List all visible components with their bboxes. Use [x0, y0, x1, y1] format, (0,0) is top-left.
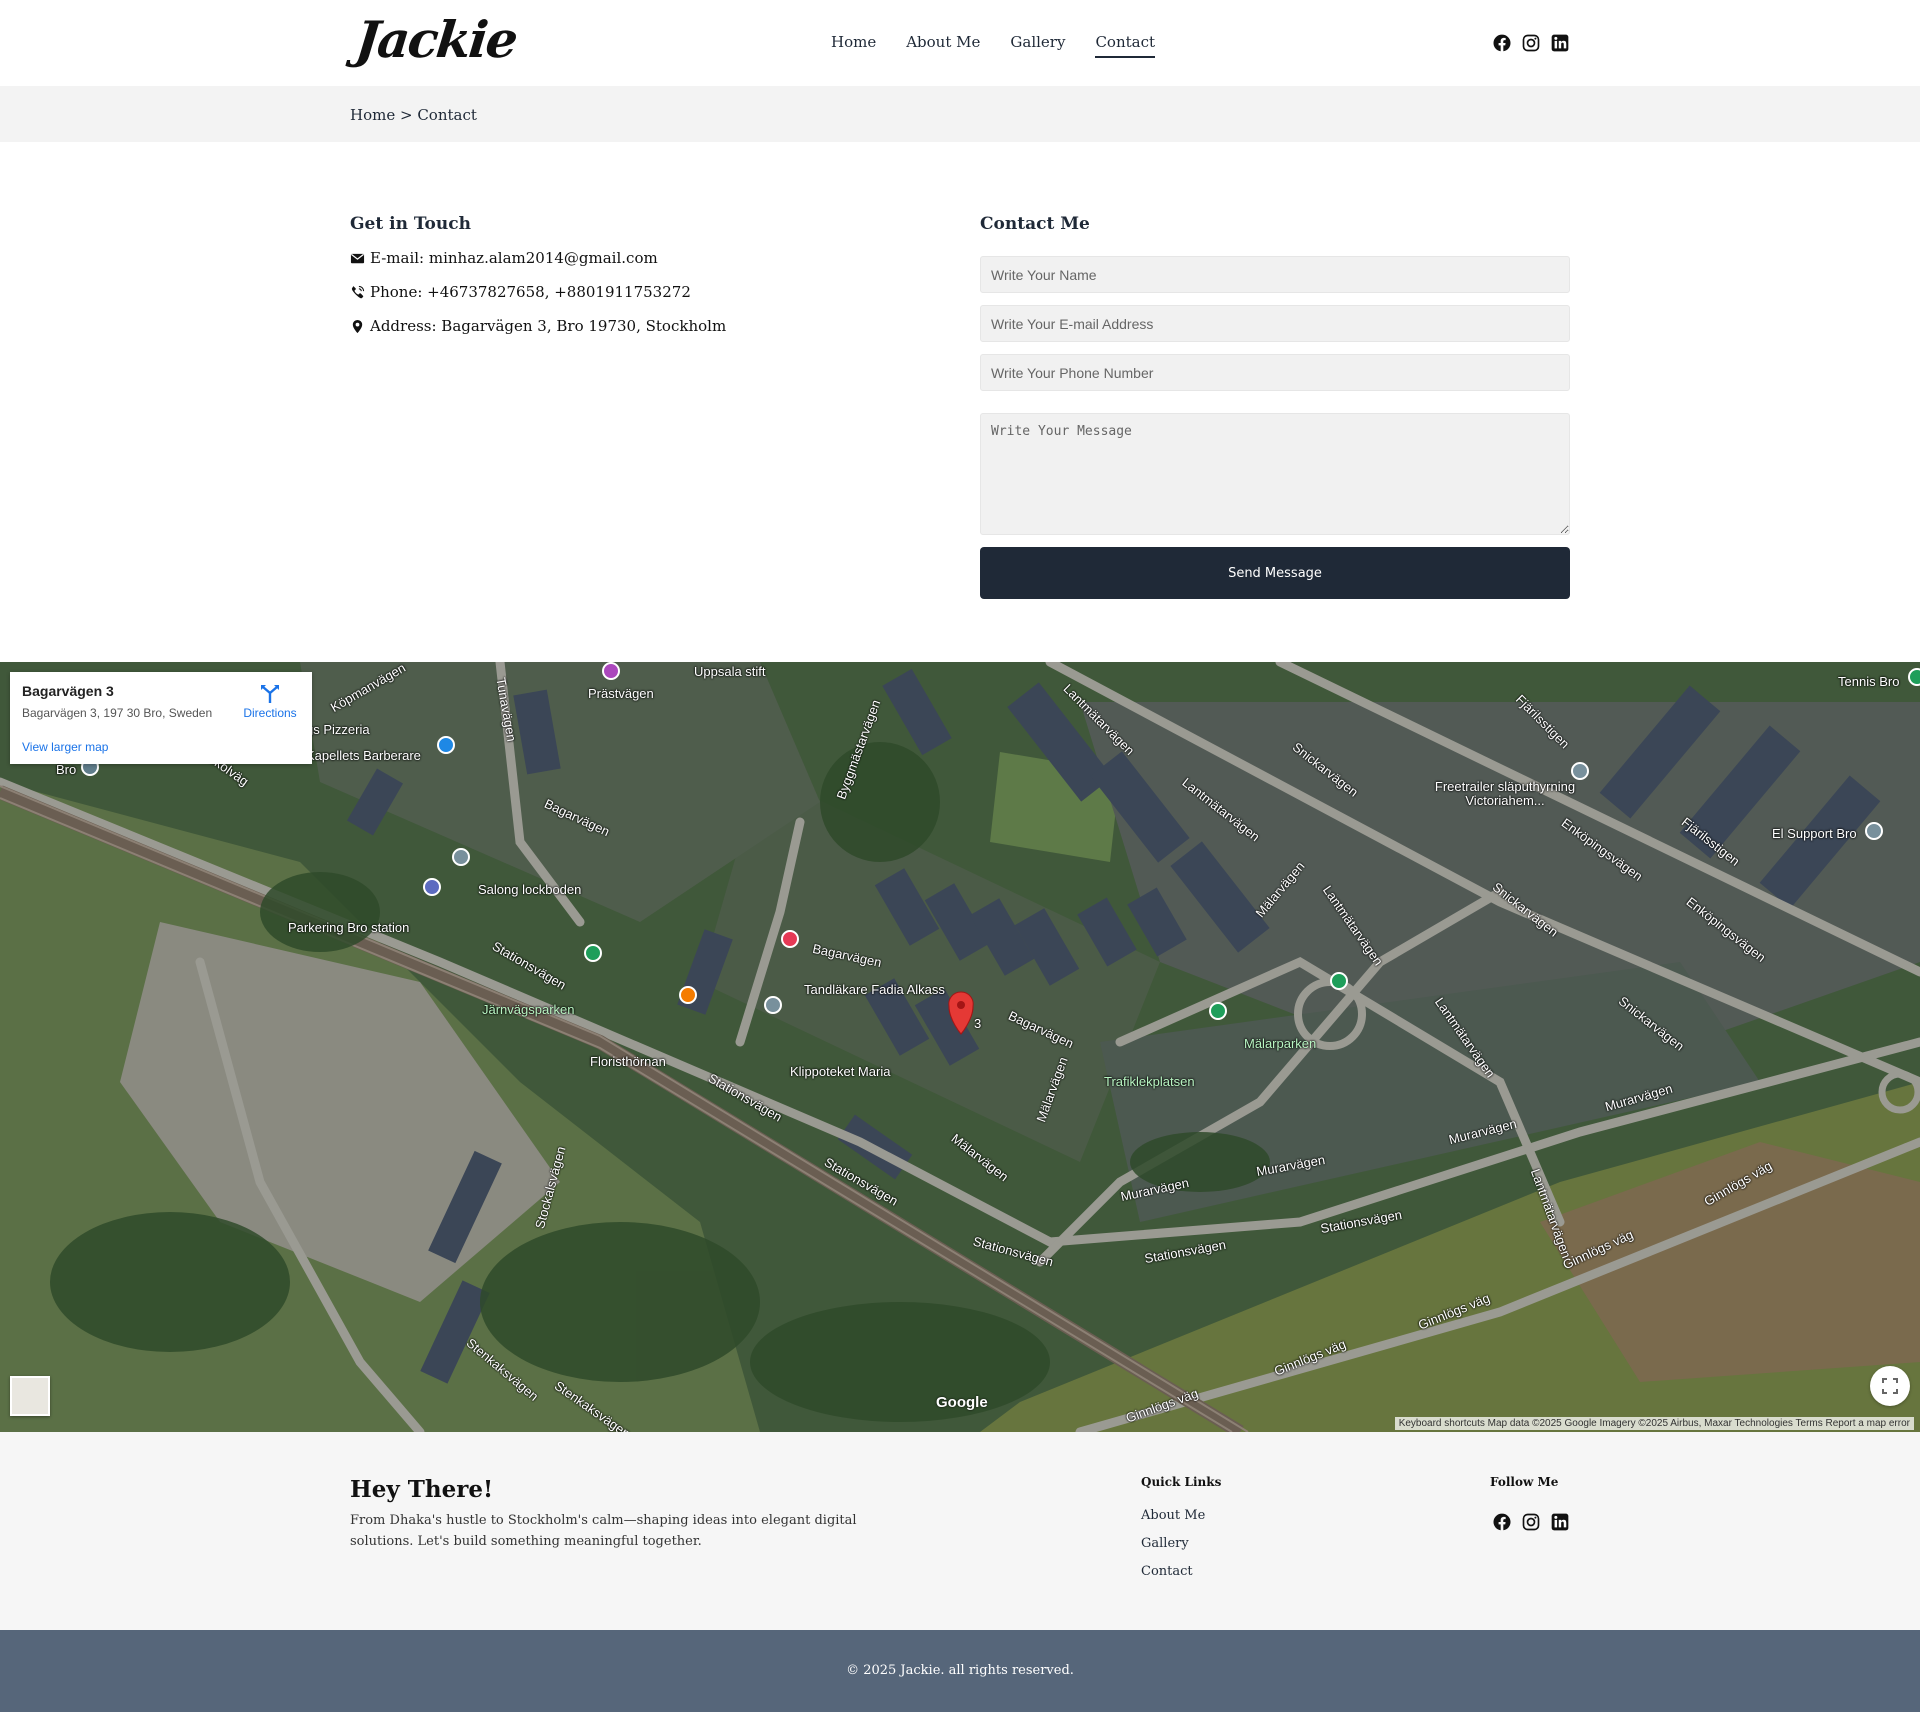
contact-info-section: Get in Touch E-mail: minhaz.alam2014@gma…: [350, 214, 910, 336]
header-social-links: [1492, 33, 1570, 53]
site-logo[interactable]: Jackie: [353, 10, 519, 69]
follow-me-title: Follow Me: [1490, 1475, 1559, 1489]
map-place-card: Bagarvägen 3 Bagarvägen 3, 197 30 Bro, S…: [10, 672, 312, 764]
map-place-label: gs Pizzeria: [306, 722, 370, 737]
map-place-label: Tandläkare Fadia Alkass: [804, 982, 945, 997]
contact-address: Address: Bagarvägen 3, Bro 19730, Stockh…: [350, 316, 910, 336]
facebook-icon[interactable]: [1492, 33, 1512, 53]
site-header: Jackie Home About Me Gallery Contact: [0, 0, 1920, 86]
send-message-button[interactable]: Send Message: [980, 547, 1570, 599]
directions-label: Directions: [243, 706, 297, 720]
church-poi-icon[interactable]: [602, 662, 620, 680]
footer-social-links: [1492, 1512, 1570, 1532]
contact-info-title: Get in Touch: [350, 214, 471, 234]
footer-link-contact[interactable]: Contact: [1141, 1564, 1205, 1592]
parking-icon[interactable]: [423, 878, 441, 896]
electrician-poi-icon[interactable]: [1865, 822, 1883, 840]
map-place-label: Bro: [56, 762, 77, 777]
barber-poi-icon[interactable]: [437, 736, 455, 754]
footer-description: From Dhaka's hustle to Stockholm's calm—…: [350, 1513, 857, 1549]
map-place-label: Klippoteket Maria: [790, 1064, 891, 1079]
directions-button[interactable]: Directions: [238, 684, 302, 720]
phone-icon: [351, 285, 365, 298]
park-tree-icon[interactable]: [584, 944, 602, 962]
map-place-label: Kapellets Barberare: [306, 748, 421, 763]
map-card-address: Bagarvägen 3, 197 30 Bro, Sweden: [22, 706, 213, 720]
map-place-label: Salong lockboden: [478, 882, 582, 897]
trailer-rental-poi-icon[interactable]: [1571, 762, 1589, 780]
nav-home[interactable]: Home: [831, 33, 876, 58]
map-card-title: Bagarvägen 3: [22, 683, 114, 699]
nav-about-me[interactable]: About Me: [906, 33, 980, 58]
directions-icon: [261, 685, 279, 703]
park-tree-icon[interactable]: [1330, 972, 1348, 990]
embedded-map[interactable]: Köpmanvägen gs Pizzeria Kapellets Barber…: [0, 662, 1920, 1432]
view-larger-map-link[interactable]: View larger map: [22, 740, 108, 754]
tennis-poi-icon[interactable]: [1908, 668, 1920, 686]
email-input[interactable]: [980, 305, 1570, 342]
google-logo: Google: [936, 1394, 988, 1411]
map-park-label: Järnvägsparken: [482, 1002, 575, 1017]
linkedin-icon[interactable]: [1550, 1512, 1570, 1532]
hair-salon-poi-icon[interactable]: [764, 996, 782, 1014]
nav-gallery[interactable]: Gallery: [1010, 33, 1065, 58]
contact-phone-text: Phone: +46737827658, +8801911753272: [370, 283, 691, 301]
contact-address-text: Address: Bagarvägen 3, Bro 19730, Stockh…: [370, 317, 727, 335]
dentist-poi-icon[interactable]: [781, 930, 799, 948]
map-place-label: El Support Bro: [1772, 826, 1857, 841]
facebook-icon[interactable]: [1492, 1512, 1512, 1532]
main-nav: Home About Me Gallery Contact: [831, 33, 1156, 58]
map-place-label: Tennis Bro: [1838, 674, 1900, 689]
phone-input[interactable]: [980, 354, 1570, 391]
playground-tree-icon[interactable]: [1209, 1002, 1227, 1020]
instagram-icon[interactable]: [1521, 33, 1541, 53]
copyright-bar: © 2025 Jackie. all rights reserved.: [0, 1630, 1920, 1712]
contact-email-text: E-mail: minhaz.alam2014@gmail.com: [370, 249, 658, 267]
contact-form-section: Contact Me Send Message: [980, 214, 1570, 599]
map-place-label: Parkering Bro station: [288, 920, 410, 935]
map-place-label: Uppsala stift: [694, 664, 766, 679]
quick-links-title: Quick Links: [1141, 1475, 1222, 1489]
footer-link-about-me[interactable]: About Me: [1141, 1508, 1205, 1536]
name-input[interactable]: [980, 256, 1570, 293]
map-pin-icon: [352, 319, 363, 333]
envelope-icon: [350, 253, 365, 263]
map-place-label: Floristhörnan: [590, 1054, 666, 1069]
map-marker-label: 3: [974, 1016, 982, 1031]
copyright-text: © 2025 Jackie. all rights reserved.: [846, 1663, 1074, 1678]
map-place-label: Freetrailer släputhyrning Victoriahem...: [1434, 779, 1576, 808]
message-textarea[interactable]: [980, 413, 1570, 535]
contact-email: E-mail: minhaz.alam2014@gmail.com: [350, 248, 910, 268]
map-layer-toggle[interactable]: [10, 1376, 50, 1416]
satellite-map-image: [0, 662, 1920, 1432]
fullscreen-icon: [1882, 1378, 1898, 1394]
map-road-label: Prästvägen: [588, 686, 654, 701]
site-footer: Hey There! From Dhaka's hustle to Stockh…: [0, 1432, 1920, 1630]
breadcrumb: Home > Contact: [350, 106, 477, 124]
nav-contact[interactable]: Contact: [1095, 33, 1156, 58]
fullscreen-button[interactable]: [1870, 1366, 1910, 1406]
map-park-label: Mälarparken: [1244, 1036, 1317, 1051]
instagram-icon[interactable]: [1521, 1512, 1541, 1532]
map-attribution[interactable]: Keyboard shortcuts Map data ©2025 Google…: [1394, 1417, 1914, 1430]
map-park-label: Trafiklekplatsen: [1104, 1074, 1195, 1089]
footer-title: Hey There!: [350, 1476, 494, 1503]
linkedin-icon[interactable]: [1550, 33, 1570, 53]
footer-link-gallery[interactable]: Gallery: [1141, 1536, 1205, 1564]
quick-links-list: About Me Gallery Contact: [1141, 1508, 1205, 1592]
florist-poi-icon[interactable]: [679, 986, 697, 1004]
breadcrumb-bar: Home > Contact: [0, 86, 1920, 142]
contact-phone: Phone: +46737827658, +8801911753272: [350, 282, 910, 302]
contact-form-title: Contact Me: [980, 214, 1090, 234]
salon-poi-icon[interactable]: [452, 848, 470, 866]
